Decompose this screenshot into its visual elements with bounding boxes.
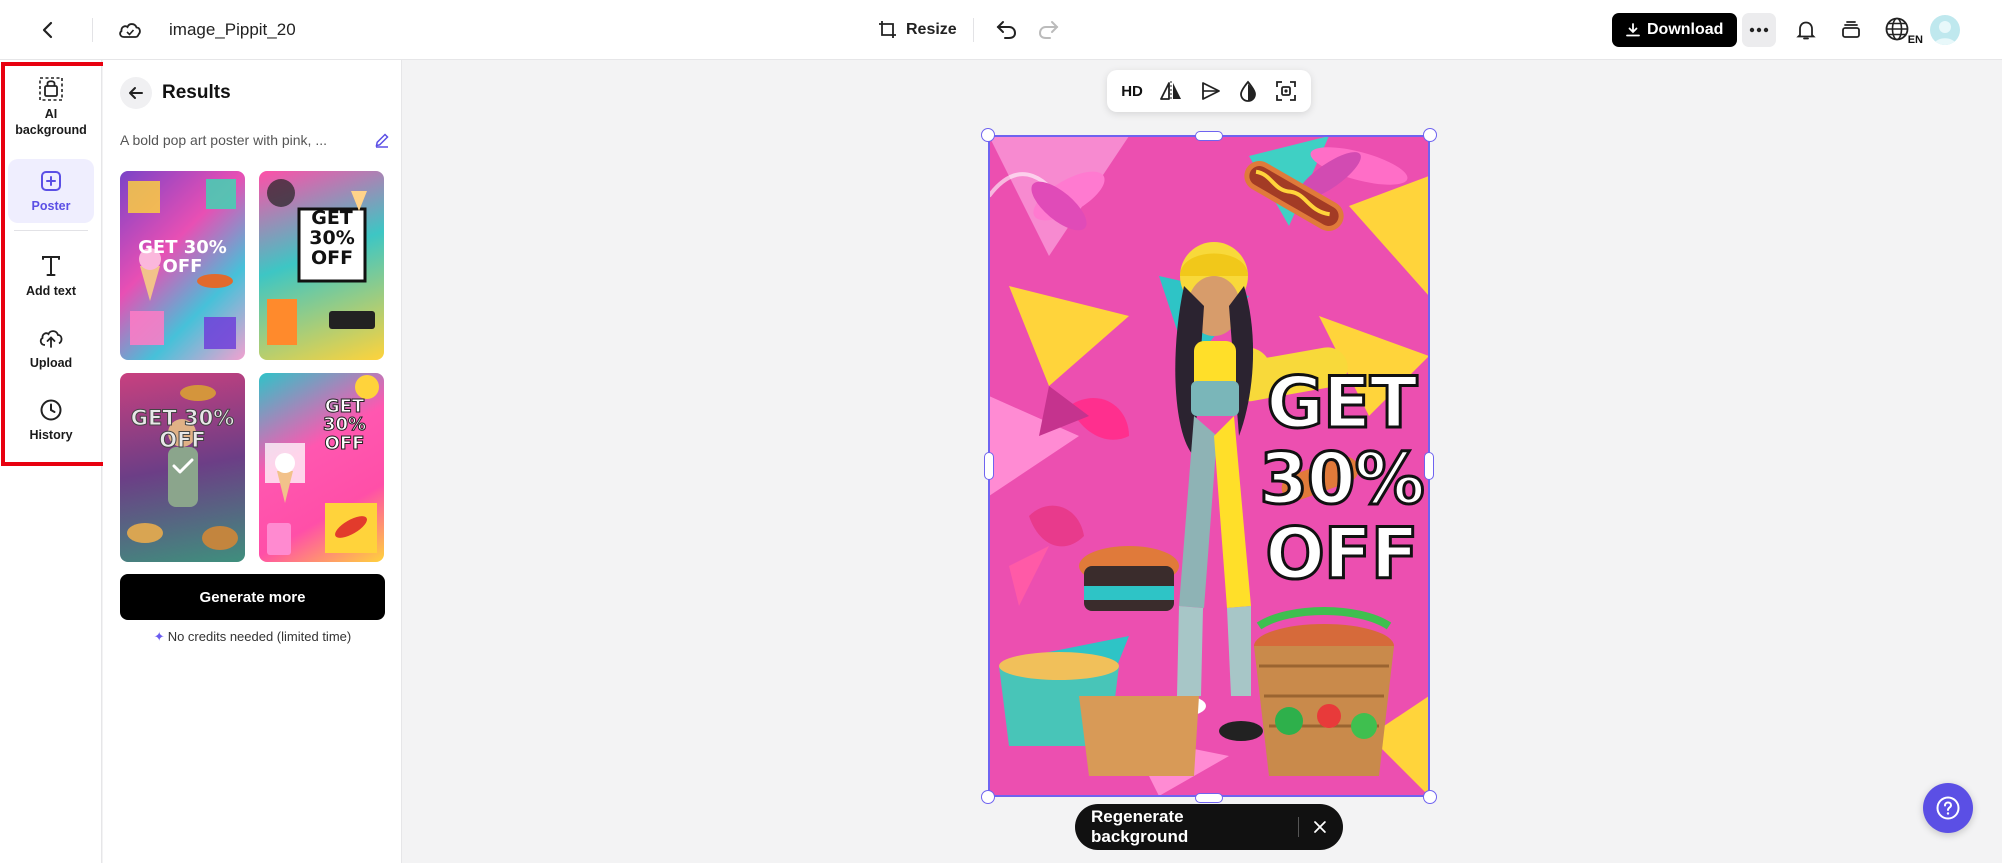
results-header: Results	[120, 77, 231, 109]
cloud-sync-icon[interactable]	[112, 12, 148, 48]
thumbnail-text: GET 30% OFF	[322, 395, 367, 455]
top-bar: image_Pippit_20 Resize Download EN	[0, 0, 2002, 60]
regenerate-background-button[interactable]: Regenerate background	[1091, 807, 1284, 847]
upload-cloud-icon	[37, 325, 65, 351]
resize-handle-top-left[interactable]	[981, 128, 995, 142]
resize-handle-bottom-left[interactable]	[981, 790, 995, 804]
generate-more-button[interactable]: Generate more	[120, 574, 385, 620]
poster-icon	[39, 168, 63, 194]
credits-note: ✦ No credits needed (limited time)	[120, 629, 385, 645]
results-back-button[interactable]	[120, 77, 152, 109]
rail-item-history[interactable]: History	[8, 387, 94, 453]
result-thumbnail[interactable]: GET 30% OFF	[259, 171, 384, 360]
hd-button[interactable]: HD	[1121, 83, 1143, 100]
poster-headline[interactable]: GET 30% OFF	[1258, 364, 1427, 594]
help-button[interactable]	[1923, 783, 1973, 833]
flip-horizontal-icon[interactable]	[1159, 80, 1183, 102]
text-icon	[40, 253, 62, 279]
back-arrow-icon[interactable]	[30, 12, 66, 48]
rail-item-ai-background[interactable]: AI background	[8, 72, 94, 142]
file-title[interactable]: image_Pippit_20	[169, 20, 296, 40]
language-selector[interactable]: EN	[1884, 13, 1924, 47]
resize-icon	[879, 21, 896, 38]
layers-stack-icon[interactable]	[1833, 12, 1869, 48]
arrow-left-icon	[129, 87, 143, 99]
regenerate-background-bar: Regenerate background	[1075, 804, 1343, 850]
image-toolbar: HD	[1107, 70, 1311, 112]
ai-background-icon	[38, 76, 64, 102]
download-label: Download	[1647, 21, 1724, 38]
opacity-drop-icon[interactable]	[1238, 80, 1258, 102]
results-panel: Results A bold pop art poster with pink,…	[103, 60, 402, 863]
result-thumbnail[interactable]: GET 30% OFF	[120, 171, 245, 360]
more-options-button[interactable]	[1742, 13, 1776, 47]
prompt-text: A bold pop art poster with pink, ...	[120, 132, 328, 148]
undo-icon[interactable]	[989, 12, 1025, 48]
resize-handle-right[interactable]	[1424, 452, 1434, 480]
rail-item-label: Add text	[26, 283, 76, 298]
clock-icon	[39, 397, 63, 423]
flip-vertical-icon[interactable]	[1200, 80, 1222, 102]
download-icon	[1626, 23, 1640, 37]
close-icon[interactable]	[1313, 820, 1327, 834]
download-button[interactable]: Download	[1612, 13, 1738, 47]
tool-rail: AI background Poster Add text Upload His…	[0, 60, 102, 863]
divider	[92, 18, 93, 42]
user-avatar[interactable]	[1930, 15, 1960, 45]
resize-button[interactable]: Resize	[878, 20, 957, 40]
resize-handle-bottom[interactable]	[1195, 793, 1223, 803]
selected-check-icon	[172, 458, 194, 474]
rail-item-label: Upload	[29, 355, 73, 370]
rail-item-label: Poster	[31, 198, 71, 213]
rail-item-poster[interactable]: Poster	[8, 159, 94, 223]
language-code: EN	[1906, 34, 1924, 46]
rail-item-label: AI background	[15, 106, 87, 137]
rail-item-upload[interactable]: Upload	[8, 315, 94, 381]
thumbnail-text: GET 30% OFF	[309, 206, 355, 269]
results-title: Results	[162, 82, 231, 103]
rail-item-add-text[interactable]: Add text	[8, 243, 94, 309]
thumbnail-text: GET 30% OFF	[130, 406, 235, 453]
resize-handle-top-right[interactable]	[1423, 128, 1437, 142]
credits-note-text: No credits needed (limited time)	[167, 629, 352, 644]
resize-label: Resize	[906, 21, 957, 38]
result-thumbnail[interactable]: GET 30% OFF	[120, 373, 245, 562]
poster-image[interactable]: GET 30% OFF	[989, 136, 1429, 796]
rail-item-label: History	[29, 427, 73, 442]
resize-handle-left[interactable]	[984, 452, 994, 480]
resize-handle-top[interactable]	[1195, 131, 1223, 141]
edit-pencil-icon[interactable]	[374, 132, 390, 148]
more-dots-icon	[1749, 27, 1769, 33]
result-thumbnail[interactable]: GET 30% OFF	[259, 373, 384, 562]
divider	[1298, 817, 1300, 837]
notification-bell-icon[interactable]	[1788, 12, 1824, 48]
rail-divider	[14, 230, 88, 231]
resize-handle-bottom-right[interactable]	[1423, 790, 1437, 804]
focus-frame-icon[interactable]	[1275, 80, 1297, 102]
question-mark-icon	[1936, 796, 1960, 820]
sparkle-icon: ✦	[153, 629, 165, 644]
prompt-row[interactable]: A bold pop art poster with pink, ...	[120, 132, 390, 148]
redo-icon[interactable]	[1030, 12, 1066, 48]
divider	[973, 18, 974, 42]
thumbnail-text: GET 30% OFF	[138, 237, 227, 277]
